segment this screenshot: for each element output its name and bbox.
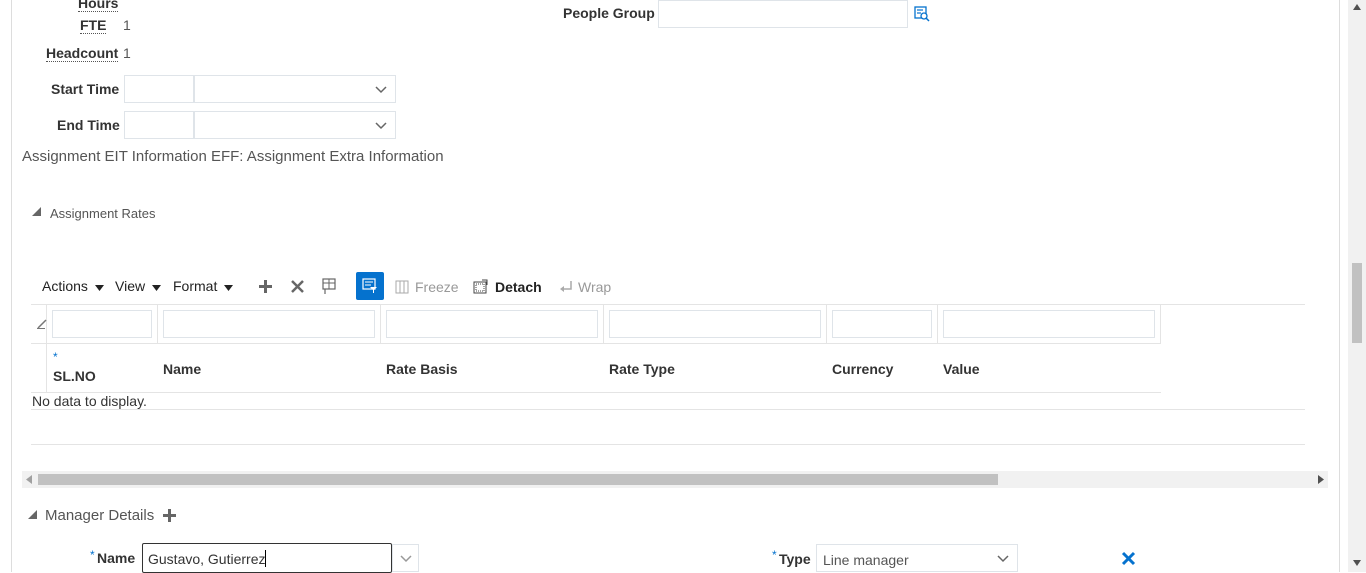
manager-details-title[interactable]: Manager Details <box>45 507 154 524</box>
view-label: View <box>115 278 146 294</box>
people-group-input[interactable] <box>658 0 908 28</box>
wrap-icon <box>560 281 572 292</box>
start-time-input[interactable] <box>124 75 194 103</box>
vertical-scroll-thumb[interactable] <box>1352 263 1362 343</box>
table-top-border <box>31 304 1305 305</box>
view-menu[interactable]: View <box>115 278 161 294</box>
freeze-button[interactable]: Freeze <box>415 279 459 295</box>
filter-name-input[interactable] <box>163 310 375 338</box>
vertical-scrollbar[interactable] <box>1348 0 1366 572</box>
headcount-label: Headcount <box>46 45 119 62</box>
row-header-column <box>31 304 47 392</box>
manager-type-select[interactable]: Line manager <box>816 544 1018 572</box>
horizontal-scrollbar[interactable] <box>22 471 1328 488</box>
assignment-rates-title[interactable]: Assignment Rates <box>50 206 156 221</box>
filter-currency-input[interactable] <box>832 310 932 338</box>
header-row-border <box>31 392 1161 393</box>
filter-value-input[interactable] <box>943 310 1155 338</box>
hours-label: Hours <box>78 0 119 12</box>
column-header-slno[interactable]: Sl.NO <box>53 368 96 384</box>
column-header-rate-basis[interactable]: Rate Basis <box>386 361 458 377</box>
col-divider <box>380 304 381 344</box>
manager-name-dropdown[interactable] <box>392 544 419 572</box>
caret-down-icon <box>151 285 161 291</box>
actions-menu[interactable]: Actions <box>42 278 104 294</box>
manager-type-label: Type <box>779 551 811 567</box>
chevron-down-icon <box>375 86 387 94</box>
filter-rate-basis-input[interactable] <box>386 310 598 338</box>
filter-icon <box>362 278 377 293</box>
manager-name-label: Name <box>97 550 136 566</box>
search-list-icon[interactable] <box>914 6 930 22</box>
add-manager-icon[interactable] <box>162 508 177 523</box>
horizontal-scroll-thumb[interactable] <box>38 474 998 485</box>
col-divider <box>826 304 827 344</box>
scroll-down-icon[interactable] <box>1353 560 1361 566</box>
manager-name-input[interactable]: Gustavo, Gutierrez <box>142 543 392 573</box>
caret-down-icon <box>224 285 234 291</box>
collapse-triangle-icon[interactable] <box>28 510 37 519</box>
required-marker: * <box>90 548 95 562</box>
scroll-left-icon[interactable] <box>26 475 32 484</box>
table-body-border <box>31 409 1305 410</box>
col-divider <box>603 304 604 344</box>
remove-manager-icon[interactable] <box>1121 551 1136 566</box>
freeze-icon <box>395 280 409 294</box>
fte-value: 1 <box>123 17 131 33</box>
column-header-currency[interactable]: Currency <box>832 361 893 377</box>
col-divider <box>937 304 938 344</box>
end-time-label: End Time <box>57 117 120 133</box>
fte-label: FTE <box>80 17 107 34</box>
delete-row-icon[interactable] <box>290 279 305 294</box>
column-header-name[interactable]: Name <box>163 361 201 377</box>
wrap-button[interactable]: Wrap <box>578 279 611 295</box>
required-marker: * <box>53 350 58 364</box>
detach-button[interactable]: Detach <box>495 279 542 295</box>
edit-pencil-icon <box>37 319 47 329</box>
eit-title: Assignment EIT Information EFF: Assignme… <box>22 148 444 165</box>
scroll-right-icon[interactable] <box>1318 475 1324 484</box>
filter-row-border <box>31 343 1161 344</box>
collapse-triangle-icon[interactable] <box>32 207 41 216</box>
headcount-value: 1 <box>123 45 131 61</box>
format-menu[interactable]: Format <box>173 278 234 294</box>
end-time-period-select[interactable] <box>194 111 396 139</box>
manager-name-value: Gustavo, Gutierrez <box>148 551 266 567</box>
people-group-label: People Group <box>563 5 655 21</box>
filter-slno-input[interactable] <box>52 310 152 338</box>
chevron-down-icon <box>375 122 387 130</box>
caret-down-icon <box>94 285 104 291</box>
add-row-icon[interactable] <box>258 279 273 294</box>
column-header-value[interactable]: Value <box>943 361 980 377</box>
actions-label: Actions <box>42 278 88 294</box>
format-label: Format <box>173 278 218 294</box>
manager-type-value: Line manager <box>823 552 909 568</box>
filter-rate-type-input[interactable] <box>609 310 821 338</box>
empty-table-message: No data to display. <box>32 393 147 409</box>
chevron-down-icon <box>997 555 1009 563</box>
column-header-rate-type[interactable]: Rate Type <box>609 361 675 377</box>
col-divider <box>1160 304 1161 344</box>
text-cursor <box>265 550 266 567</box>
start-time-label: Start Time <box>51 81 120 97</box>
col-divider <box>157 304 158 344</box>
end-time-input[interactable] <box>124 111 194 139</box>
required-marker: * <box>772 548 777 562</box>
detach-icon <box>473 279 488 294</box>
start-time-period-select[interactable] <box>194 75 396 103</box>
scroll-up-icon[interactable] <box>1353 4 1361 10</box>
query-by-example-button[interactable] <box>356 272 384 300</box>
column-freeze-icon[interactable] <box>321 277 339 295</box>
table-bottom-border <box>31 444 1305 445</box>
chevron-down-icon <box>400 555 412 563</box>
